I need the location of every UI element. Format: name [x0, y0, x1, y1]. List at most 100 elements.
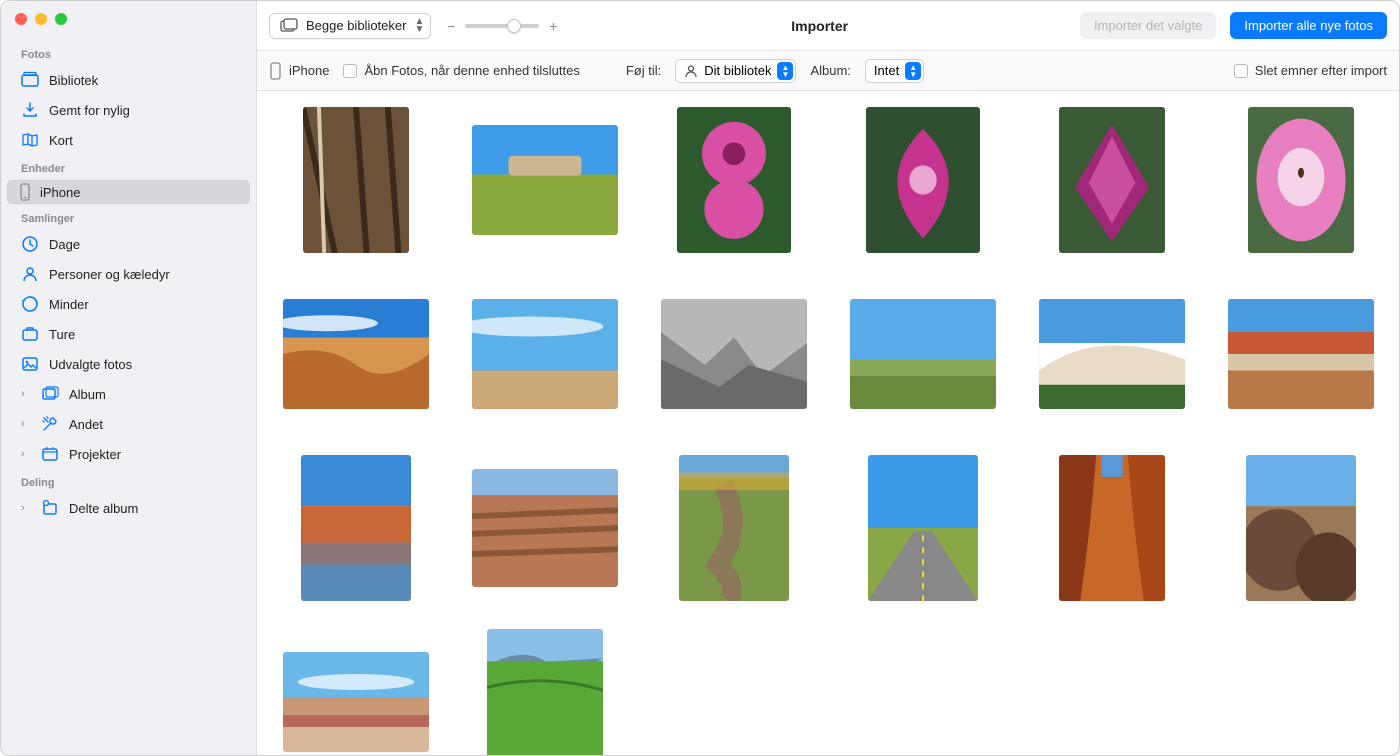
- photo-grid: [257, 91, 1399, 755]
- sidebar-item-album[interactable]: › Album: [7, 380, 250, 408]
- map-icon: [21, 131, 39, 149]
- checkbox-icon: [343, 64, 357, 78]
- sidebar-header-enheder: Enheder: [1, 155, 256, 179]
- zoom-control: − +: [445, 18, 559, 34]
- updown-arrows-icon: ▲▼: [414, 18, 424, 34]
- sidebar-item-label: Minder: [49, 297, 89, 312]
- album-icon: [41, 385, 59, 403]
- photo-thumbnail[interactable]: [1226, 107, 1375, 253]
- sidebar-header-deling: Deling: [1, 469, 256, 493]
- person-icon: [684, 64, 698, 78]
- clock-icon: [21, 235, 39, 253]
- photo-thumbnail[interactable]: [281, 281, 430, 427]
- library-selector[interactable]: Begge biblioteker ▲▼: [269, 13, 431, 39]
- photo-thumbnail[interactable]: [281, 629, 430, 755]
- sidebar-item-label: Delte album: [69, 501, 138, 516]
- zoom-in-button[interactable]: +: [547, 18, 559, 34]
- chevron-right-icon: ›: [21, 502, 33, 514]
- updown-arrows-icon: ▲▼: [777, 62, 793, 80]
- people-icon: [21, 265, 39, 283]
- photo-thumbnail[interactable]: [470, 107, 619, 253]
- sidebar-item-label: Bibliotek: [49, 73, 98, 88]
- photo-thumbnail[interactable]: [1037, 455, 1186, 601]
- sidebar-item-delte-album[interactable]: › Delte album: [7, 494, 250, 522]
- photo-thumbnail[interactable]: [281, 455, 430, 601]
- sidebar-item-ture[interactable]: Ture: [7, 320, 250, 348]
- album-select[interactable]: Intet ▲▼: [865, 59, 924, 83]
- zoom-slider-knob[interactable]: [507, 19, 521, 33]
- open-on-connect-label: Åbn Fotos, når denne enhed tilsluttes: [364, 63, 579, 78]
- photos-window: Fotos Bibliotek Gemt for nylig Kort Enhe…: [0, 0, 1400, 756]
- chevron-right-icon: ›: [21, 448, 33, 460]
- zoom-slider[interactable]: [465, 24, 539, 28]
- album-value: Intet: [874, 63, 899, 78]
- toolbar-title: Importer: [573, 18, 1066, 34]
- photo-thumbnail[interactable]: [1037, 107, 1186, 253]
- suitcase-icon: [21, 325, 39, 343]
- close-window-button[interactable]: [15, 13, 27, 25]
- sidebar-item-label: Album: [69, 387, 106, 402]
- sidebar-item-kort[interactable]: Kort: [7, 126, 250, 154]
- zoom-out-button[interactable]: −: [445, 18, 457, 34]
- delete-after-import-checkbox[interactable]: Slet emner efter import: [1234, 63, 1387, 78]
- open-on-connect-checkbox[interactable]: Åbn Fotos, når denne enhed tilsluttes: [343, 63, 579, 78]
- add-to-value: Dit bibliotek: [704, 63, 771, 78]
- photo-grid-scroll[interactable]: [257, 91, 1399, 755]
- sidebar-header-samlinger: Samlinger: [1, 205, 256, 229]
- sidebar-item-label: iPhone: [40, 185, 80, 200]
- featured-icon: [21, 355, 39, 373]
- photo-thumbnail[interactable]: [470, 629, 619, 755]
- sidebar-item-dage[interactable]: Dage: [7, 230, 250, 258]
- updown-arrows-icon: ▲▼: [905, 62, 921, 80]
- memories-icon: [21, 295, 39, 313]
- photo-thumbnail[interactable]: [659, 455, 808, 601]
- sidebar-item-label: Ture: [49, 327, 75, 342]
- sidebar-item-minder[interactable]: Minder: [7, 290, 250, 318]
- window-controls: [1, 9, 256, 41]
- sidebar-item-personer[interactable]: Personer og kæledyr: [7, 260, 250, 288]
- tools-icon: [41, 415, 59, 433]
- photo-thumbnail[interactable]: [848, 107, 997, 253]
- fullscreen-window-button[interactable]: [55, 13, 67, 25]
- photo-thumbnail[interactable]: [1226, 455, 1375, 601]
- checkbox-icon: [1234, 64, 1248, 78]
- phone-icon: [269, 62, 282, 80]
- sidebar-item-projekter[interactable]: › Projekter: [7, 440, 250, 468]
- sidebar-item-label: Gemt for nylig: [49, 103, 130, 118]
- main-area: Begge biblioteker ▲▼ − + Importer Import…: [257, 1, 1399, 755]
- photo-thumbnail[interactable]: [1037, 281, 1186, 427]
- library-icon: [21, 71, 39, 89]
- phone-icon: [16, 183, 34, 201]
- add-to-label: Føj til:: [626, 63, 661, 78]
- album-label: Album:: [810, 63, 850, 78]
- sidebar-item-label: Kort: [49, 133, 73, 148]
- sidebar-item-gemt-for-nylig[interactable]: Gemt for nylig: [7, 96, 250, 124]
- photo-thumbnail[interactable]: [659, 107, 808, 253]
- shared-album-icon: [41, 499, 59, 517]
- photo-thumbnail[interactable]: [1226, 281, 1375, 427]
- photo-thumbnail[interactable]: [848, 281, 997, 427]
- delete-after-import-label: Slet emner efter import: [1255, 63, 1387, 78]
- import-selected-button[interactable]: Importer det valgte: [1080, 12, 1216, 39]
- minimize-window-button[interactable]: [35, 13, 47, 25]
- sidebar-item-iphone[interactable]: iPhone: [7, 180, 250, 204]
- library-selector-label: Begge biblioteker: [306, 18, 406, 33]
- libraries-icon: [280, 18, 298, 34]
- import-all-new-button[interactable]: Importer alle nye fotos: [1230, 12, 1387, 39]
- import-options-bar: iPhone Åbn Fotos, når denne enhed tilslu…: [257, 51, 1399, 91]
- sidebar-item-udvalgte[interactable]: Udvalgte fotos: [7, 350, 250, 378]
- sidebar-item-label: Personer og kæledyr: [49, 267, 170, 282]
- sidebar-item-andet[interactable]: › Andet: [7, 410, 250, 438]
- photo-thumbnail[interactable]: [470, 455, 619, 601]
- photo-thumbnail[interactable]: [470, 281, 619, 427]
- projects-icon: [41, 445, 59, 463]
- photo-thumbnail[interactable]: [848, 455, 997, 601]
- sidebar-item-label: Udvalgte fotos: [49, 357, 132, 372]
- chevron-right-icon: ›: [21, 418, 33, 430]
- photo-thumbnail[interactable]: [659, 281, 808, 427]
- add-to-select[interactable]: Dit bibliotek ▲▼: [675, 59, 796, 83]
- photo-thumbnail[interactable]: [281, 107, 430, 253]
- sidebar-item-bibliotek[interactable]: Bibliotek: [7, 66, 250, 94]
- toolbar: Begge biblioteker ▲▼ − + Importer Import…: [257, 1, 1399, 51]
- sidebar-item-label: Projekter: [69, 447, 121, 462]
